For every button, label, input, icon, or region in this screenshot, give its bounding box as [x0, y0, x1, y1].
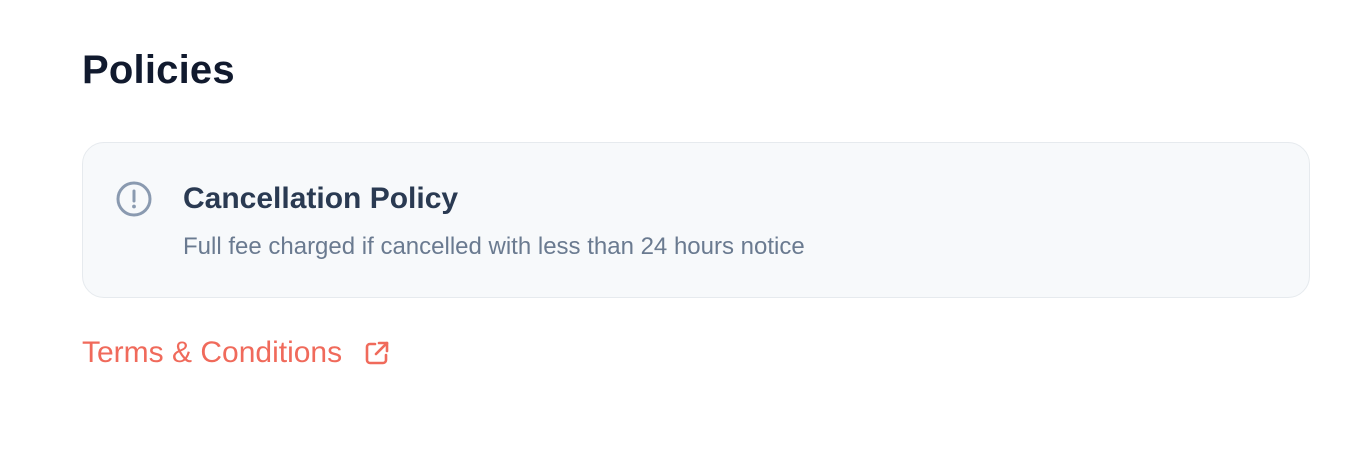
section-title: Policies — [82, 48, 235, 92]
cancellation-policy-card: Cancellation Policy Full fee charged if … — [82, 142, 1310, 298]
terms-link-label: Terms & Conditions — [82, 336, 343, 369]
external-link-icon — [362, 338, 392, 368]
cancellation-policy-description: Full fee charged if cancelled with less … — [183, 233, 805, 260]
cancellation-policy-title: Cancellation Policy — [183, 182, 459, 215]
alert-circle-icon — [116, 181, 152, 217]
terms-and-conditions-link[interactable]: Terms & Conditions — [82, 333, 392, 373]
